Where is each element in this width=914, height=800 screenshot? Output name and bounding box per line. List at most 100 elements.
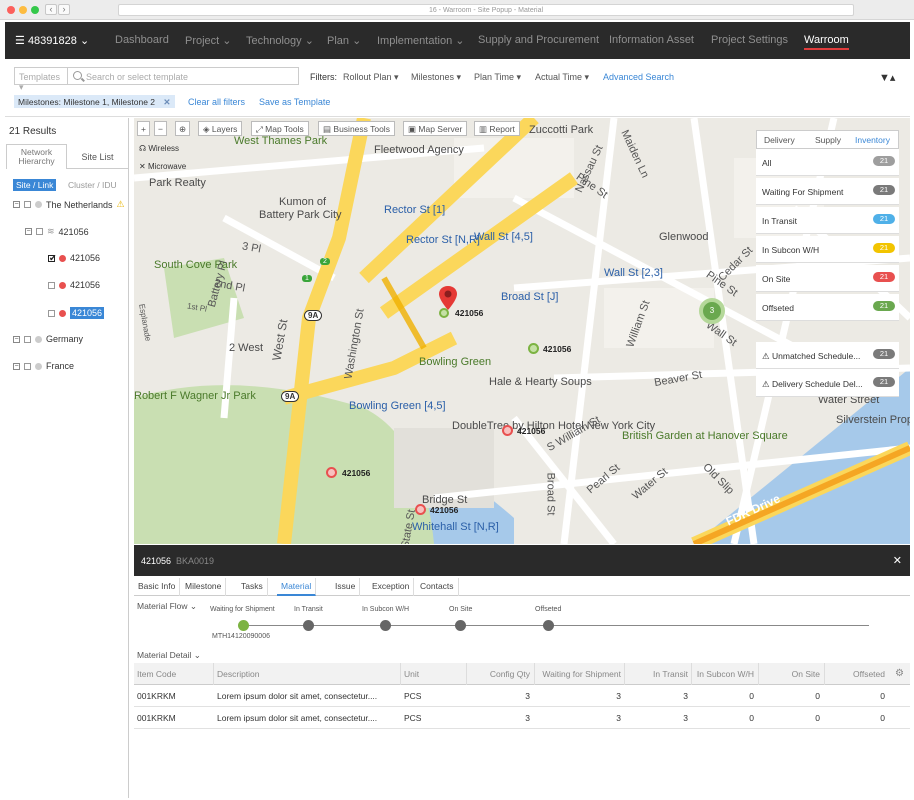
inventory-row-onsite[interactable]: On Site 21 — [756, 265, 899, 292]
material-detail-toggle[interactable]: Material Detail ⌄ — [137, 650, 201, 661]
col-offseted[interactable]: Offseted — [853, 669, 885, 679]
report-button[interactable]: ▥ Report — [474, 121, 520, 136]
minimize-window-icon[interactable] — [19, 6, 27, 14]
nav-plan[interactable]: Plan ⌄ — [327, 34, 361, 47]
close-window-icon[interactable] — [7, 6, 15, 14]
tab-milestone[interactable]: Milestone — [181, 578, 227, 596]
site-marker-icon[interactable] — [439, 308, 449, 318]
business-tools-button[interactable]: ▤ Business Tools — [318, 121, 395, 136]
filter-actual-time[interactable]: Actual Time ▾ — [535, 72, 589, 83]
tab-network-hierarchy[interactable]: Network Hierarchy — [6, 144, 67, 169]
tab-issue[interactable]: Issue — [331, 578, 361, 596]
filter-funnel-icon[interactable]: ▼▴ — [879, 71, 895, 84]
templates-dropdown[interactable]: Templates ▾ — [14, 67, 68, 92]
tab-site-list[interactable]: Site List — [67, 144, 128, 169]
tab-material[interactable]: Material — [277, 578, 317, 596]
col-on-site[interactable]: On Site — [792, 669, 820, 679]
table-row[interactable]: 001KRKM Lorem ipsum dolor sit amet, cons… — [134, 685, 910, 707]
tree-node-421056-a[interactable]: ✔ 421056 — [48, 253, 100, 263]
site-marker-icon[interactable] — [326, 467, 337, 478]
segment-cluster-idu[interactable]: Cluster / IDU — [68, 180, 117, 190]
tab-delivery[interactable]: Delivery — [764, 135, 795, 145]
layer-wireless-toggle[interactable]: ☊ Wireless — [139, 144, 179, 153]
forward-icon[interactable]: › — [58, 4, 70, 15]
tab-tasks[interactable]: Tasks — [237, 578, 268, 596]
map-server-button[interactable]: ▣ Map Server — [403, 121, 468, 136]
tab-supply[interactable]: Supply — [815, 135, 841, 145]
tree-checkbox[interactable] — [24, 362, 31, 370]
col-waiting-shipment[interactable]: Waiting for Shipment — [542, 669, 621, 679]
tab-basic-info[interactable]: Basic Info — [134, 578, 181, 596]
flow-node-offseted[interactable] — [543, 620, 554, 631]
tree-node-france[interactable]: − France — [13, 361, 74, 371]
alert-delivery-schedule[interactable]: ⚠ Delivery Schedule Del... 21 — [756, 370, 899, 397]
site-selector[interactable]: ☰ 48391828 ⌄ — [15, 34, 89, 47]
nav-project[interactable]: Project ⌄ — [185, 34, 232, 47]
flow-node-transit[interactable] — [303, 620, 314, 631]
filter-plan-time[interactable]: Plan Time ▾ — [474, 72, 521, 83]
close-icon[interactable]: ✕ — [893, 554, 902, 567]
clear-all-filters-link[interactable]: Clear all filters — [188, 97, 245, 107]
nav-warroom[interactable]: Warroom — [804, 34, 849, 50]
col-in-subcon[interactable]: In Subcon W/H — [697, 669, 754, 679]
zoom-out-button[interactable]: − — [154, 121, 167, 136]
inventory-row-offseted[interactable]: Offseted 21 — [756, 294, 899, 321]
tree-node-421056-b[interactable]: 421056 — [48, 280, 100, 290]
zoom-in-button[interactable]: + — [137, 121, 150, 136]
map-pin-icon[interactable] — [439, 286, 457, 310]
flow-node-subcon[interactable] — [380, 620, 391, 631]
table-row[interactable]: 001KRKM Lorem ipsum dolor sit amet, cons… — [134, 707, 910, 729]
col-config-qty[interactable]: Config Qty — [490, 669, 530, 679]
advanced-search-link[interactable]: Advanced Search — [603, 72, 674, 82]
remove-chip-icon[interactable]: ✕ — [163, 97, 170, 107]
layers-button[interactable]: ◈ Layers — [198, 121, 243, 136]
layer-microwave-toggle[interactable]: ✕ Microwave — [139, 162, 186, 171]
site-marker-icon[interactable] — [502, 425, 513, 436]
collapse-icon[interactable]: − — [13, 201, 20, 208]
inventory-row-transit[interactable]: In Transit 21 — [756, 207, 899, 234]
flow-node-waiting[interactable] — [238, 620, 249, 631]
tree-checkbox[interactable] — [24, 201, 31, 208]
gear-icon[interactable]: ⚙ — [895, 668, 904, 679]
inventory-row-subcon[interactable]: In Subcon W/H 21 — [756, 236, 899, 263]
tree-checkbox[interactable] — [36, 228, 43, 235]
inventory-row-all[interactable]: All 21 — [756, 149, 899, 176]
site-marker-icon[interactable] — [528, 343, 539, 354]
tab-exception[interactable]: Exception — [368, 578, 415, 596]
nav-information-asset[interactable]: Information Asset — [609, 34, 694, 46]
maximize-window-icon[interactable] — [31, 6, 39, 14]
url-bar[interactable]: 16 - Warroom - Site Popup - Material — [118, 4, 854, 16]
checked-checkbox-icon[interactable]: ✔ — [48, 253, 57, 262]
tree-checkbox[interactable] — [48, 309, 55, 317]
save-as-template-link[interactable]: Save as Template — [259, 97, 330, 107]
back-icon[interactable]: ‹ — [45, 4, 57, 15]
filter-milestones[interactable]: Milestones ▾ — [411, 72, 461, 83]
map-tools-button[interactable]: ⤢ Map Tools — [251, 121, 309, 136]
collapse-icon[interactable]: − — [13, 362, 20, 370]
nav-implementation[interactable]: Implementation ⌄ — [377, 34, 465, 47]
collapse-icon[interactable]: − — [25, 228, 32, 235]
tree-node-netherlands[interactable]: − The Netherlands ⚠ — [13, 199, 125, 210]
filter-rollout-plan[interactable]: Rollout Plan ▾ — [343, 72, 399, 83]
col-unit[interactable]: Unit — [404, 669, 419, 679]
nav-technology[interactable]: Technology ⌄ — [246, 34, 314, 47]
tree-node-421056-parent[interactable]: − ≋ 421056 — [25, 226, 89, 237]
material-flow-toggle[interactable]: Material Flow ⌄ — [137, 601, 197, 612]
col-item-code[interactable]: Item Code — [137, 669, 176, 679]
nav-supply-procurement[interactable]: Supply and Procurement — [478, 34, 599, 46]
tree-checkbox[interactable] — [24, 335, 31, 343]
inventory-row-waiting[interactable]: Waiting For Shipment 21 — [756, 178, 899, 205]
template-search-input[interactable]: Search or select template — [67, 67, 299, 85]
segment-site-link[interactable]: Site / Link — [13, 179, 57, 191]
tab-contacts[interactable]: Contacts — [416, 578, 459, 596]
nav-dashboard[interactable]: Dashboard — [115, 34, 169, 46]
col-in-transit[interactable]: In Transit — [653, 669, 688, 679]
locate-icon[interactable]: ⊕ — [175, 121, 191, 136]
tree-node-germany[interactable]: − Germany — [13, 334, 83, 344]
flow-node-onsite[interactable] — [455, 620, 466, 631]
site-marker-icon[interactable] — [415, 504, 426, 515]
collapse-icon[interactable]: − — [13, 335, 20, 343]
tab-inventory[interactable]: Inventory — [855, 135, 890, 145]
col-description[interactable]: Description — [217, 669, 260, 679]
nav-project-settings[interactable]: Project Settings — [711, 34, 788, 46]
